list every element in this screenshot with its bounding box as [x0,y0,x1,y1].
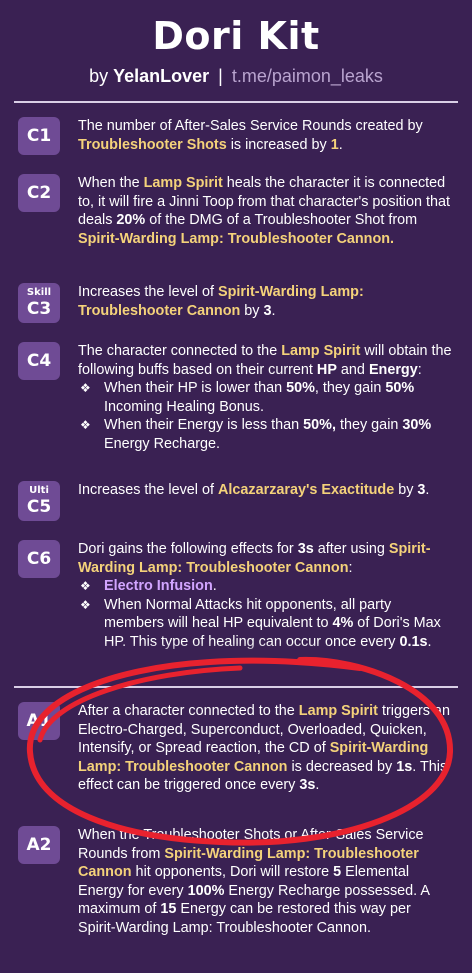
badge-c3-label: C3 [26,299,52,319]
constellation-c6: C6 Dori gains the following effects for … [18,540,452,651]
byline-by: by [89,66,109,86]
c6-description: Dori gains the following effects for 3s … [78,540,452,651]
constellation-c1: C1 The number of After-Sales Service Rou… [18,117,452,155]
c5-description: Increases the level of Alcazarzaray's Ex… [78,482,430,498]
author-name: YelanLover [113,66,210,86]
badge-a2: A2 [18,826,60,864]
c3-description: Increases the level of Spirit-Warding La… [78,284,364,319]
list-item: ❖ When their Energy is less than 50%, the… [80,417,432,452]
byline: by YelanLover | t.me/paimon_leaks [0,66,472,87]
c4-description: The character connected to the Lamp Spir… [78,343,452,453]
a2-description: When the Troubleshooter Shots or After-S… [78,827,430,936]
c6-effect-list: ❖ Electro Infusion. ❖ When Normal Attacks … [78,577,452,651]
list-item: ❖ When their HP is lower than 50%, they g… [80,380,415,415]
constellation-c5: Ulti C5 Increases the level of Alcazarza… [18,481,452,521]
badge-c6: C6 [18,540,60,578]
divider-bottom [14,686,458,688]
c1-description: The number of After-Sales Service Rounds… [78,118,423,153]
badge-c1: C1 [18,117,60,155]
header: Dori Kit by YelanLover | t.me/paimon_lea… [0,0,472,87]
text-cutoff-fade [79,643,329,667]
bullet-icon: ❖ [80,579,91,593]
badge-c3: Skill C3 [18,283,60,323]
passive-a2: A2 When the Troubleshooter Shots or Afte… [18,826,452,937]
bullet-icon: ❖ [80,418,91,432]
constellation-c4: C4 The character connected to the Lamp S… [18,342,452,453]
badge-c5-label: C5 [26,497,52,517]
bullet-icon: ❖ [80,381,91,395]
c4-buff-list: ❖ When their HP is lower than 50%, they g… [78,379,452,453]
list-item: ❖ Electro Infusion. [80,578,217,594]
badge-c5-tag: Ulti [29,485,49,496]
badge-c5: Ulti C5 [18,481,60,521]
divider-top [14,101,458,103]
badge-c2: C2 [18,174,60,212]
page-title: Dori Kit [152,14,320,58]
passive-a1: A1 After a character connected to the La… [18,702,452,795]
badge-c4: C4 [18,342,60,380]
source-link[interactable]: t.me/paimon_leaks [232,66,383,86]
constellation-c3: Skill C3 Increases the level of Spirit-W… [18,283,452,323]
badge-c3-tag: Skill [26,287,52,298]
byline-separator: | [218,66,223,86]
c2-description: When the Lamp Spirit heals the character… [78,175,451,247]
constellation-c2: C2 When the Lamp Spirit heals the charac… [18,174,452,248]
a1-description: After a character connected to the Lamp … [78,703,450,793]
bullet-icon: ❖ [80,597,91,612]
badge-a1: A1 [18,702,60,740]
